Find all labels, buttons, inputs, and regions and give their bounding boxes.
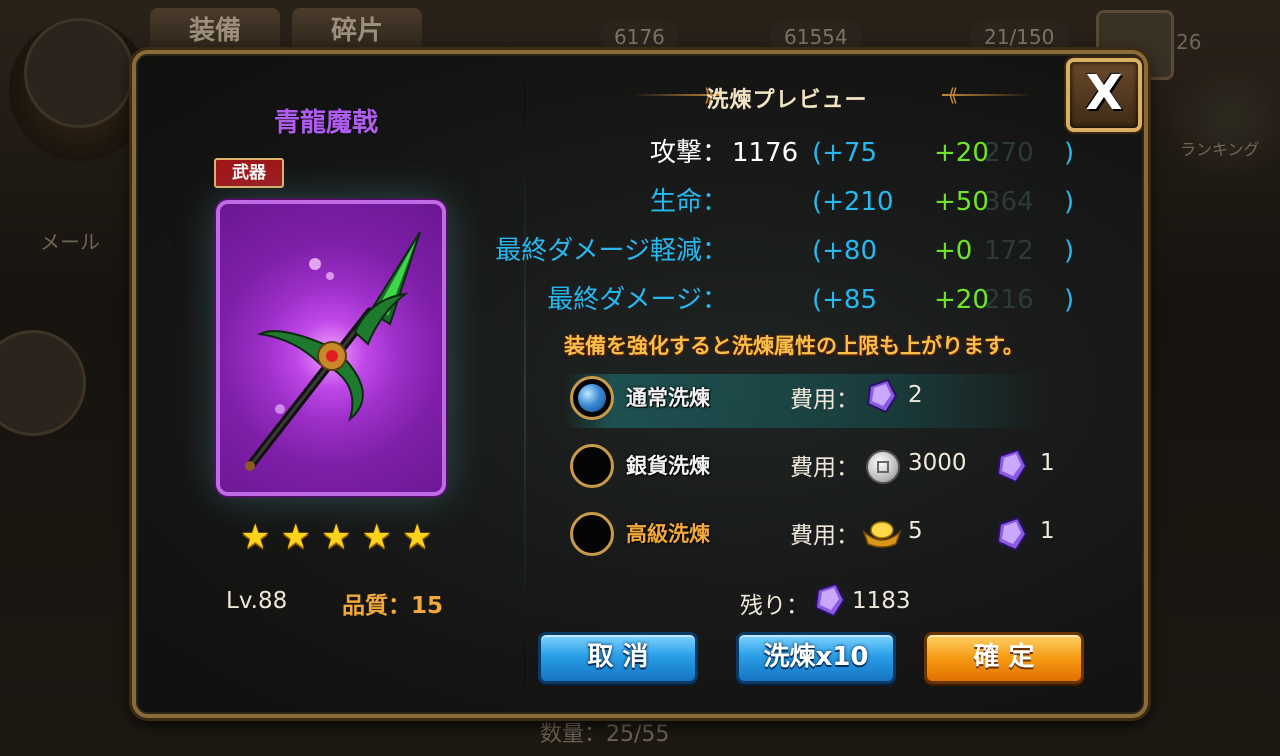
star-icon: ★	[320, 517, 352, 557]
stat-max: 216	[984, 285, 1034, 315]
option-normal-refine[interactable]: 通常洗煉 費用： 2	[564, 374, 1044, 428]
stat-increase: (+75	[812, 138, 878, 168]
cost-value-gem: 1	[1040, 450, 1055, 476]
option-premium-refine[interactable]: 高級洗煉 費用： 5 1	[564, 510, 1055, 564]
stat-increase: (+210	[812, 187, 894, 217]
gem-icon	[866, 378, 898, 414]
close-icon: X	[1085, 65, 1123, 121]
star-icon: ★	[401, 517, 433, 557]
stat-close: )	[1064, 187, 1075, 217]
star-icon: ★	[240, 517, 271, 557]
tab-fragments[interactable]: 碎片	[292, 8, 422, 54]
stat-label: 攻撃：	[649, 138, 728, 168]
stat-bonus: +20	[934, 285, 989, 315]
gold-ingot-icon	[862, 521, 902, 548]
confirm-button[interactable]: 確 定	[924, 632, 1084, 684]
radio-silver-refine[interactable]	[570, 444, 614, 488]
stat-row-hp: 生命： (+210 +50 364 )	[136, 185, 1136, 219]
stat-close: )	[1064, 285, 1075, 315]
resource-3: 21/150	[970, 20, 1069, 54]
ranking-label: ランキング	[1180, 140, 1260, 159]
cost-value: 5	[908, 518, 923, 544]
remaining-label: 残り：	[740, 593, 809, 619]
gem-icon	[996, 516, 1028, 552]
refine-x10-button[interactable]: 洗煉x10	[736, 632, 896, 684]
stat-close: )	[1064, 138, 1075, 168]
cost-label: 費用：	[790, 455, 859, 481]
stat-close: )	[1064, 236, 1075, 266]
title-ornament-right	[942, 94, 1032, 96]
stat-label: 最終ダメージ：	[547, 285, 728, 315]
cancel-button[interactable]: 取 消	[538, 632, 698, 684]
close-button[interactable]: X	[1066, 58, 1142, 132]
remaining-gems: 1183	[852, 588, 911, 614]
cost-value: 2	[908, 382, 923, 408]
stat-row-final-damage: 最終ダメージ： (+85 +20 216 )	[136, 283, 1136, 317]
item-level: Lv.88	[226, 588, 288, 614]
stat-max: 270	[984, 138, 1034, 168]
gem-icon	[996, 448, 1028, 484]
radio-premium-refine[interactable]	[570, 512, 614, 556]
stat-max: 172	[984, 236, 1034, 266]
item-name: 青龍魔戟	[274, 108, 379, 138]
resource-1: 6176	[600, 20, 679, 54]
stat-row-damage-reduction: 最終ダメージ軽減： (+80 +0 172 )	[136, 234, 1136, 268]
stat-label: 生命：	[649, 187, 728, 217]
resource-2: 61554	[770, 20, 862, 54]
radio-normal-refine[interactable]	[570, 376, 614, 420]
stat-bonus: +0	[934, 236, 973, 266]
stat-max: 364	[984, 187, 1034, 217]
star-rating: ★ ★ ★ ★ ★	[240, 520, 432, 554]
stat-increase: (+85	[812, 285, 878, 315]
stat-bonus: +20	[934, 138, 989, 168]
option-label: 通常洗煉	[626, 386, 710, 410]
background-count: 26	[1176, 30, 1202, 54]
preview-title: 洗煉プレビュー	[706, 88, 868, 113]
upgrade-notice: 装備を強化すると洗煉属性の上限も上がります。	[564, 334, 1024, 358]
cost-value-gem: 1	[1040, 518, 1055, 544]
option-label: 銀貨洗煉	[626, 454, 710, 478]
star-icon: ★	[280, 517, 311, 557]
cost-value: 3000	[908, 450, 967, 476]
star-icon: ★	[361, 517, 392, 557]
mail-label: メール	[40, 230, 100, 254]
stat-label: 最終ダメージ軽減：	[495, 236, 728, 266]
silver-coin-icon	[866, 450, 900, 484]
quantity-label: 数量：25/55	[540, 722, 670, 747]
gem-icon	[814, 582, 846, 618]
stat-bonus: +50	[934, 187, 989, 217]
refine-dialog: 青龍魔戟 武器 ★ ★ ★ ★ ★ Lv.88 品質：15 ⟫ 洗煉プレビュー …	[132, 50, 1148, 718]
tab-equipment[interactable]: 装備	[150, 8, 280, 54]
stat-row-attack: 攻撃： 1176 (+75 +20 270 )	[136, 136, 1136, 170]
option-silver-refine[interactable]: 銀貨洗煉 費用： 3000 1	[564, 442, 1055, 496]
stat-base: 1176	[732, 138, 799, 168]
cost-label: 費用：	[790, 523, 859, 549]
avatar-portrait	[24, 18, 134, 128]
option-label: 高級洗煉	[626, 522, 710, 546]
panel-divider	[524, 84, 526, 684]
item-quality: 品質：15	[342, 593, 444, 619]
cost-label: 費用：	[790, 387, 859, 413]
stat-increase: (+80	[812, 236, 878, 266]
